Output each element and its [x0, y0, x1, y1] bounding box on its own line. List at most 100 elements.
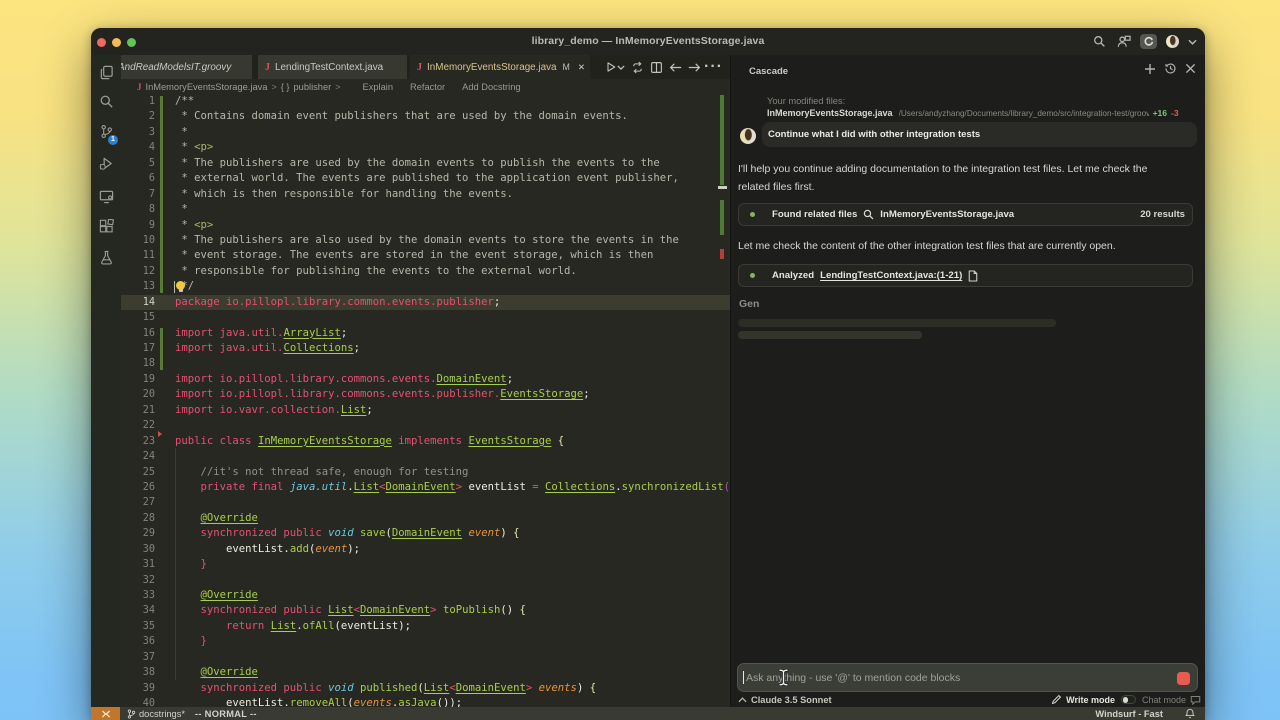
chevron-up-icon[interactable]	[738, 697, 747, 703]
code-line-38[interactable]: 38 @Override	[121, 665, 730, 680]
tab-lendingtestcontext[interactable]: J LendingTestContext.java	[258, 55, 407, 79]
code-line-22[interactable]: 22	[121, 418, 730, 433]
search-sidebar-icon[interactable]	[91, 88, 121, 114]
code-line-1[interactable]: 1/**	[121, 95, 730, 109]
breadcrumb-file[interactable]: InMemoryEventsStorage.java	[146, 82, 268, 92]
breadcrumb-symbol[interactable]: publisher	[294, 82, 332, 92]
new-chat-icon[interactable]	[1144, 63, 1156, 75]
history-icon[interactable]	[1164, 62, 1177, 75]
source-control-icon[interactable]: 1	[91, 118, 121, 144]
tool-call-found-files[interactable]: Found related files InMemoryEventsStorag…	[738, 203, 1193, 226]
code-line-28[interactable]: 28 @Override	[121, 511, 730, 526]
code-line-5[interactable]: 5 * The publishers are used by the domai…	[121, 156, 730, 171]
code-line-39[interactable]: 39 synchronized public void published(Li…	[121, 681, 730, 696]
close-panel-icon[interactable]	[1185, 63, 1196, 74]
explorer-icon[interactable]	[91, 59, 121, 85]
tab-andreadmodels[interactable]: AndReadModelsIT.groovy	[121, 55, 252, 79]
code-editor[interactable]: 1/**2 * Contains domain event publishers…	[121, 95, 730, 707]
code-line-31[interactable]: 31 }	[121, 557, 730, 572]
line-number: 11	[121, 248, 155, 263]
code-line-7[interactable]: 7 * which is then responsible for handli…	[121, 187, 730, 202]
tab-inmemoryeventsstorage[interactable]: J InMemoryEventsStorage.java M ✕	[410, 55, 590, 79]
line-text: import io.vavr.collection.List;	[175, 403, 373, 418]
code-line-20[interactable]: 20import io.pillopl.library.commons.even…	[121, 387, 730, 402]
git-branch-item[interactable]: docstrings*	[127, 709, 185, 719]
code-line-29[interactable]: 29 synchronized public void save(DomainE…	[121, 526, 730, 541]
code-line-24[interactable]: 24	[121, 449, 730, 464]
model-name[interactable]: Claude 3.5 Sonnet	[751, 695, 832, 705]
tool-target-link[interactable]: LendingTestContext.java:(1-21)	[820, 270, 962, 281]
code-line-30[interactable]: 30 eventList.add(event);	[121, 542, 730, 557]
code-line-4[interactable]: 4 * <p>	[121, 140, 730, 155]
line-number: 38	[121, 665, 155, 680]
code-line-33[interactable]: 33 @Override	[121, 588, 730, 603]
lens-refactor[interactable]: Refactor	[410, 82, 445, 92]
profile-avatar[interactable]	[1166, 35, 1179, 48]
remote-indicator[interactable]	[91, 707, 120, 720]
line-text: * The publishers are also used by the do…	[175, 233, 679, 248]
code-line-25[interactable]: 25 //it's not thread safe, enough for te…	[121, 465, 730, 480]
code-line-9[interactable]: 9 * <p>	[121, 218, 730, 233]
tool-action: Analyzed	[772, 270, 814, 281]
code-line-14[interactable]: 14package io.pillopl.library.common.even…	[121, 295, 730, 310]
code-line-16[interactable]: 16import java.util.ArrayList;	[121, 326, 730, 341]
user-avatar	[740, 128, 756, 144]
lens-explain[interactable]: Explain	[363, 82, 394, 92]
remote-explorer-icon[interactable]	[91, 183, 121, 209]
windsurf-icon[interactable]	[1140, 34, 1157, 49]
code-line-36[interactable]: 36 }	[121, 634, 730, 649]
modified-file-row[interactable]: InMemoryEventsStorage.java /Users/andyzh…	[767, 108, 1193, 118]
tab-close-icon[interactable]: ✕	[578, 62, 585, 73]
accounts-icon[interactable]	[1116, 34, 1131, 49]
chat-input[interactable]: Ask anything - use '@' to mention code b…	[737, 663, 1198, 692]
vim-mode: -- NORMAL --	[195, 709, 257, 719]
code-line-3[interactable]: 3 *	[121, 125, 730, 140]
testing-icon[interactable]	[91, 244, 121, 270]
code-line-32[interactable]: 32	[121, 573, 730, 588]
user-message-bubble: Continue what I did with other integrati…	[762, 122, 1197, 147]
code-line-27[interactable]: 27	[121, 495, 730, 510]
run-dropdown-icon[interactable]	[617, 60, 625, 74]
lens-add-docstring[interactable]: Add Docstring	[462, 82, 520, 92]
bell-icon[interactable]	[1185, 708, 1195, 719]
stop-button[interactable]	[1177, 672, 1190, 685]
code-line-21[interactable]: 21import io.vavr.collection.List;	[121, 403, 730, 418]
code-line-23[interactable]: 23public class InMemoryEventsStorage imp…	[121, 434, 730, 449]
code-line-12[interactable]: 12 * responsible for publishing the even…	[121, 264, 730, 279]
titlebar: library_demo — InMemoryEventsStorage.jav…	[91, 28, 1205, 55]
tab-strip: AndReadModelsIT.groovy J LendingTestCont…	[121, 55, 730, 79]
code-line-6[interactable]: 6 * external world. The events are publi…	[121, 171, 730, 186]
code-line-18[interactable]: 18	[121, 356, 730, 371]
mode-toggle[interactable]	[1121, 695, 1136, 704]
window-title: library_demo — InMemoryEventsStorage.jav…	[91, 28, 1205, 55]
search-icon[interactable]	[1092, 34, 1107, 49]
code-line-34[interactable]: 34 synchronized public List<DomainEvent>…	[121, 603, 730, 618]
extensions-icon[interactable]	[91, 213, 121, 239]
code-line-40[interactable]: 40 eventList.removeAll(events.asJava());	[121, 696, 730, 707]
code-line-2[interactable]: 2 * Contains domain event publishers tha…	[121, 109, 730, 124]
windsurf-status[interactable]: Windsurf - Fast	[1095, 709, 1163, 719]
search-icon	[863, 209, 874, 220]
open-changes-icon[interactable]	[631, 60, 644, 74]
code-line-15[interactable]: 15	[121, 310, 730, 325]
code-line-17[interactable]: 17import java.util.Collections;	[121, 341, 730, 356]
navigate-forward-icon[interactable]	[688, 60, 701, 74]
line-number: 9	[121, 218, 155, 233]
run-icon[interactable]	[604, 60, 617, 74]
more-actions-icon[interactable]: ···	[707, 60, 720, 74]
line-text: import java.util.ArrayList;	[175, 326, 347, 341]
code-line-10[interactable]: 10 * The publishers are also used by the…	[121, 233, 730, 248]
navigate-back-icon[interactable]	[669, 60, 682, 74]
code-line-11[interactable]: 11 * event storage. The events are store…	[121, 248, 730, 263]
code-line-8[interactable]: 8 *	[121, 202, 730, 217]
code-line-35[interactable]: 35 return List.ofAll(eventList);	[121, 619, 730, 634]
line-text: @Override	[175, 665, 258, 680]
code-line-26[interactable]: 26 private final java.util.List<DomainEv…	[121, 480, 730, 495]
code-line-37[interactable]: 37	[121, 650, 730, 665]
run-debug-icon[interactable]	[91, 150, 121, 176]
code-line-13[interactable]: 13 */	[121, 279, 730, 294]
chevron-down-icon[interactable]	[1188, 34, 1197, 49]
code-line-19[interactable]: 19import io.pillopl.library.commons.even…	[121, 372, 730, 387]
tool-call-analyzed[interactable]: Analyzed LendingTestContext.java:(1-21)	[738, 264, 1193, 287]
split-editor-icon[interactable]	[650, 60, 663, 74]
